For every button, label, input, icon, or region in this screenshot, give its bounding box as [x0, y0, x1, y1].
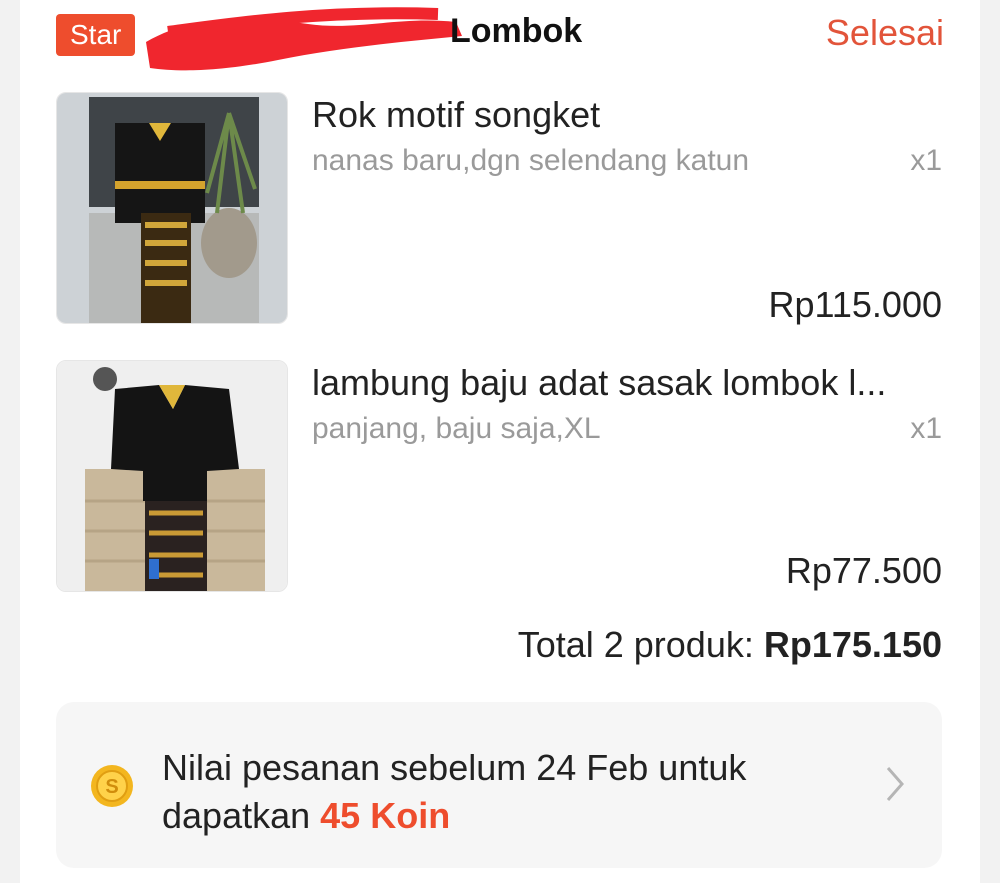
- order-status: Selesai: [825, 12, 944, 53]
- product-price: Rp77.500: [785, 550, 942, 591]
- product-variation: panjang, baju saja,XL: [312, 412, 601, 445]
- order-total: Total 2 produk: Rp175.150: [518, 624, 942, 666]
- svg-text:S: S: [105, 776, 118, 798]
- redaction-scribble: [146, 7, 462, 71]
- product-image[interactable]: [56, 360, 288, 592]
- shop-name[interactable]: Lombok: [450, 12, 582, 51]
- coin-reward-line2: dapatkan 45 Koin: [162, 792, 746, 840]
- chevron-right-icon[interactable]: [884, 764, 906, 804]
- product-name[interactable]: lambung baju adat sasak lombok l...: [312, 362, 886, 404]
- order-header: Star Lombok Selesai: [20, 0, 980, 71]
- product-name[interactable]: Rok motif songket: [312, 94, 600, 136]
- coin-reward-amount: 45 Koin: [320, 795, 451, 836]
- coin-reward-text: Nilai pesanan sebelum 24 Feb untuk dapat…: [162, 744, 746, 840]
- product-image[interactable]: [56, 92, 288, 324]
- product-variation: nanas baru,dgn selendang katun: [312, 144, 750, 177]
- product-price: Rp115.000: [768, 284, 942, 325]
- order-card: Star Lombok Selesai Rok motif songket na…: [20, 0, 980, 883]
- coin-reward-banner[interactable]: S Nilai pesanan sebelum 24 Feb untuk dap…: [56, 702, 942, 868]
- coin-reward-prefix: dapatkan: [162, 795, 311, 836]
- total-amount: Rp175.150: [763, 624, 942, 665]
- coin-reward-line1: Nilai pesanan sebelum 24 Feb untuk: [162, 747, 747, 788]
- product-quantity: x1: [910, 144, 942, 177]
- product-quantity: x1: [910, 412, 942, 445]
- shop-badge: Star: [56, 14, 136, 56]
- coin-icon: S: [91, 765, 133, 807]
- total-label: Total 2 produk:: [517, 624, 754, 665]
